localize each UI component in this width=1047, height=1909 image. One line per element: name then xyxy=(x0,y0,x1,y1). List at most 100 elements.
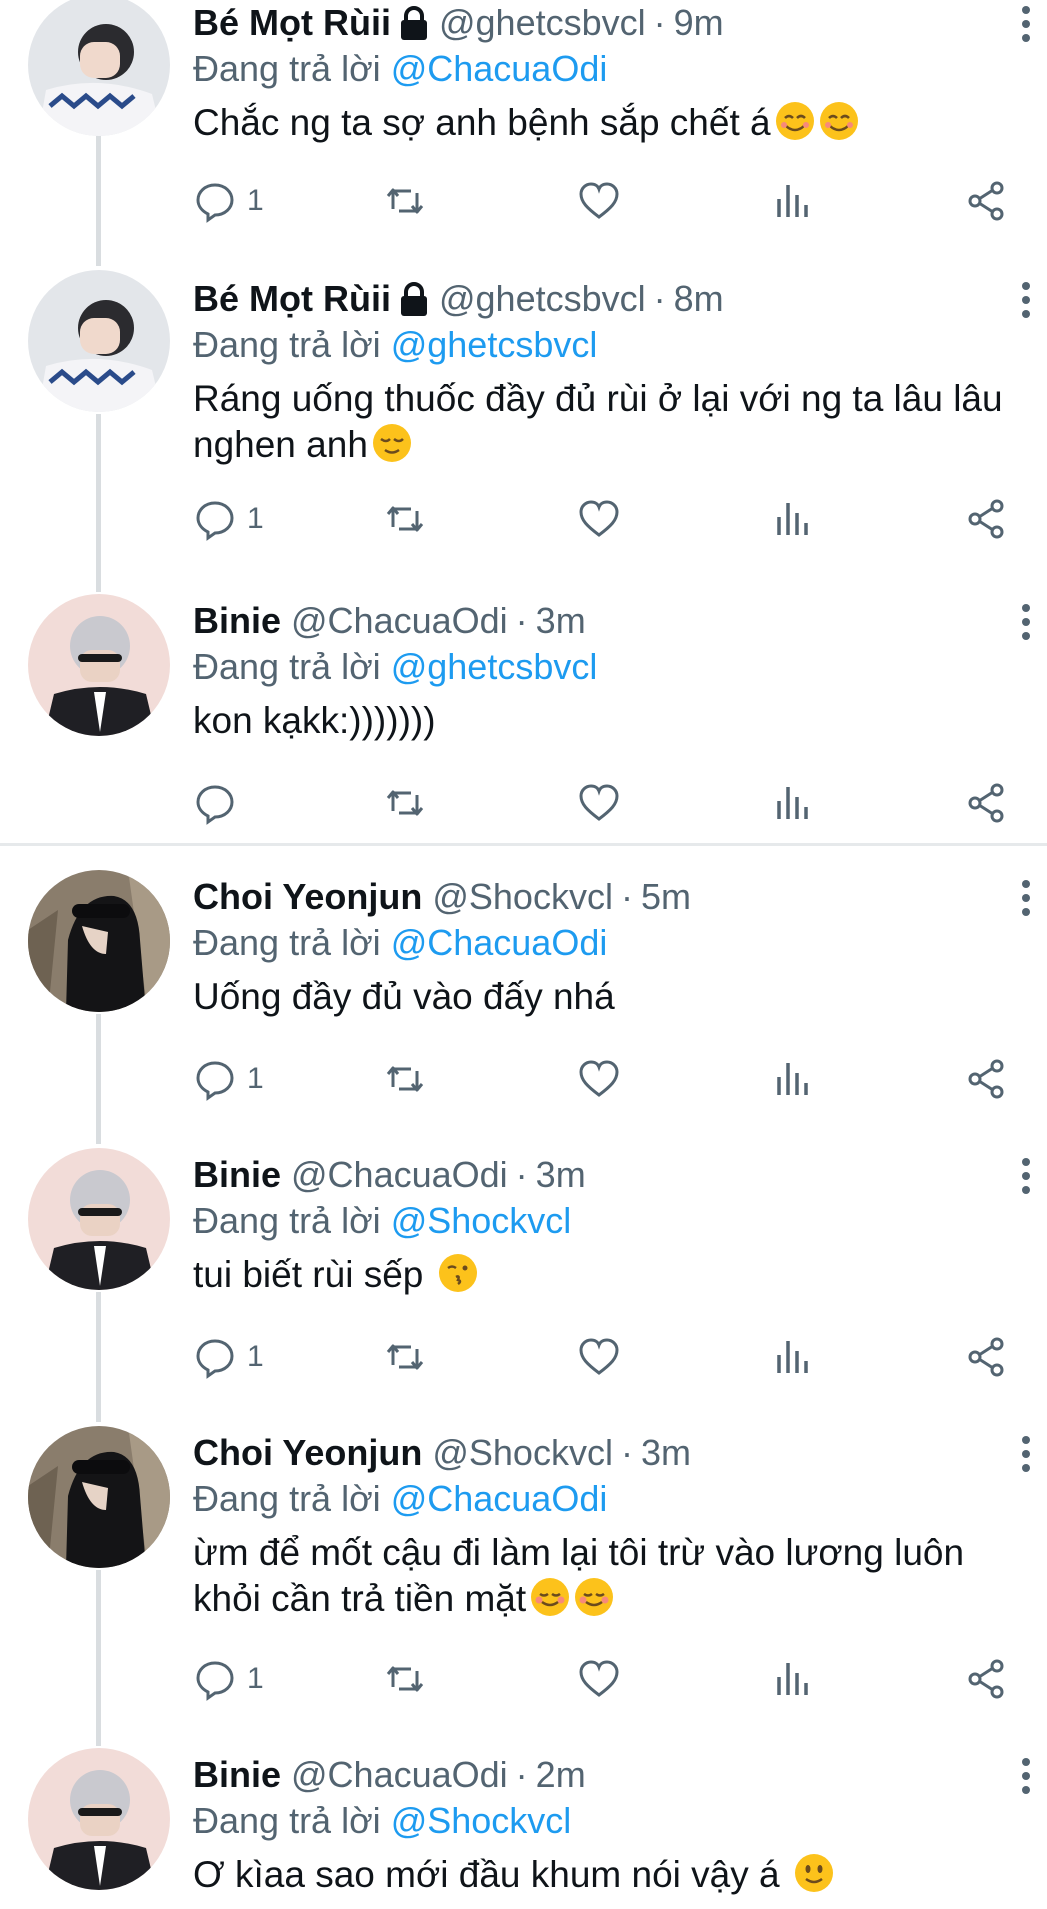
like-button[interactable] xyxy=(577,1054,621,1104)
retweet-button[interactable] xyxy=(383,176,427,226)
like-button[interactable] xyxy=(577,778,621,828)
replying-to-label: Đang trả lời xyxy=(193,324,381,365)
more-icon[interactable] xyxy=(1019,602,1033,642)
views-button[interactable] xyxy=(771,1054,815,1104)
more-icon[interactable] xyxy=(1019,1434,1033,1474)
tweet[interactable]: Binie @ChacuaOdi · 3m Đang trả lời @ghet… xyxy=(0,594,1047,838)
like-icon xyxy=(579,1060,619,1097)
views-button[interactable] xyxy=(771,494,815,544)
views-button[interactable] xyxy=(771,1332,815,1382)
reply-to-link[interactable]: @Shockvcl xyxy=(391,1200,572,1241)
views-button[interactable] xyxy=(771,176,815,226)
tweet[interactable]: Binie @ChacuaOdi · 2m Đang trả lời @Shoc… xyxy=(0,1748,1047,1909)
more-icon[interactable] xyxy=(1019,4,1033,44)
user-handle[interactable]: @Shockvcl xyxy=(432,1430,613,1476)
reply-button[interactable]: 1 xyxy=(193,1332,264,1382)
avatar[interactable] xyxy=(28,1426,170,1568)
display-name[interactable]: Choi Yeonjun xyxy=(193,874,422,920)
user-handle[interactable]: @ChacuaOdi xyxy=(291,1752,508,1798)
like-button[interactable] xyxy=(577,1654,621,1704)
share-button[interactable] xyxy=(965,494,1009,544)
kissing-face-emoji xyxy=(438,1254,477,1292)
smiling-face-emoji xyxy=(819,102,858,140)
user-handle[interactable]: @Shockvcl xyxy=(432,874,613,920)
reply-to-link[interactable]: @Shockvcl xyxy=(391,1800,572,1841)
retweet-button[interactable] xyxy=(383,1654,427,1704)
reply-to-link[interactable]: @ghetcsbvcl xyxy=(391,324,598,365)
timestamp[interactable]: 3m xyxy=(536,598,586,644)
user-handle[interactable]: @ghetcsbvcl xyxy=(439,0,646,46)
share-icon xyxy=(968,1059,1004,1099)
share-icon xyxy=(968,783,1004,823)
reply-button[interactable] xyxy=(193,778,237,828)
more-icon[interactable] xyxy=(1019,1156,1033,1196)
timestamp[interactable]: 5m xyxy=(641,874,691,920)
reply-to-link[interactable]: @ChacuaOdi xyxy=(391,1478,608,1519)
views-icon xyxy=(777,503,808,535)
reply-button[interactable]: 1 xyxy=(193,1054,264,1104)
replying-to-label: Đang trả lời xyxy=(193,922,381,963)
tweet-text: Uống đầy đủ vào đấy nhá xyxy=(193,974,1023,1020)
reply-button[interactable]: 1 xyxy=(193,176,264,226)
timestamp[interactable]: 8m xyxy=(674,276,724,322)
user-handle[interactable]: @ChacuaOdi xyxy=(291,1152,508,1198)
replying-to-label: Đang trả lời xyxy=(193,1478,381,1519)
reply-to-link[interactable]: @ChacuaOdi xyxy=(391,922,608,963)
timestamp[interactable]: 3m xyxy=(641,1430,691,1476)
reply-icon xyxy=(196,183,234,223)
reply-feed: Bé Mọt Rùii @ghetcsbvcl · 9m Đang trả lờ… xyxy=(0,0,1047,1909)
tweet[interactable]: Bé Mọt Rùii @ghetcsbvcl · 8m Đang trả lờ… xyxy=(0,270,1047,586)
views-button[interactable] xyxy=(771,1654,815,1704)
retweet-button[interactable] xyxy=(383,494,427,544)
thread-divider xyxy=(0,843,1047,846)
display-name[interactable]: Bé Mọt Rùii xyxy=(193,0,391,46)
like-button[interactable] xyxy=(577,1332,621,1382)
timestamp[interactable]: 2m xyxy=(536,1752,586,1798)
reply-to-link[interactable]: @ChacuaOdi xyxy=(391,48,608,89)
reply-to-link[interactable]: @ghetcsbvcl xyxy=(391,646,598,687)
more-icon[interactable] xyxy=(1019,878,1033,918)
share-button[interactable] xyxy=(965,1054,1009,1104)
retweet-button[interactable] xyxy=(383,1054,427,1104)
user-handle[interactable]: @ghetcsbvcl xyxy=(439,276,646,322)
avatar[interactable] xyxy=(28,594,170,736)
avatar[interactable] xyxy=(28,1748,170,1890)
display-name[interactable]: Binie xyxy=(193,1752,281,1798)
timestamp[interactable]: 9m xyxy=(674,0,724,46)
user-handle[interactable]: @ChacuaOdi xyxy=(291,598,508,644)
share-button[interactable] xyxy=(965,1332,1009,1382)
separator: · xyxy=(620,876,633,917)
display-name[interactable]: Bé Mọt Rùii xyxy=(193,276,391,322)
tweet-actions xyxy=(193,778,1023,828)
tweet-actions: 1 xyxy=(193,494,1023,544)
display-name[interactable]: Binie xyxy=(193,598,281,644)
avatar[interactable] xyxy=(28,870,170,1012)
avatar[interactable] xyxy=(28,0,170,136)
views-icon xyxy=(777,787,808,819)
like-button[interactable] xyxy=(577,494,621,544)
share-button[interactable] xyxy=(965,1654,1009,1704)
avatar[interactable] xyxy=(28,270,170,412)
tweet[interactable]: Bé Mọt Rùii @ghetcsbvcl · 9m Đang trả lờ… xyxy=(0,0,1047,260)
lock-icon xyxy=(400,282,427,316)
display-name[interactable]: Choi Yeonjun xyxy=(193,1430,422,1476)
tweet[interactable]: Binie @ChacuaOdi · 3m Đang trả lời @Shoc… xyxy=(0,1148,1047,1392)
tweet[interactable]: Choi Yeonjun @Shockvcl · 3m Đang trả lời… xyxy=(0,1426,1047,1730)
share-button[interactable] xyxy=(965,778,1009,828)
tweet-actions: 1 xyxy=(193,1332,1023,1382)
relieved-face-emoji xyxy=(372,424,411,462)
more-icon[interactable] xyxy=(1019,1756,1033,1796)
like-button[interactable] xyxy=(577,176,621,226)
share-button[interactable] xyxy=(965,176,1009,226)
display-name[interactable]: Binie xyxy=(193,1152,281,1198)
avatar[interactable] xyxy=(28,1148,170,1290)
views-button[interactable] xyxy=(771,778,815,828)
retweet-button[interactable] xyxy=(383,1332,427,1382)
timestamp[interactable]: 3m xyxy=(536,1152,586,1198)
reply-button[interactable]: 1 xyxy=(193,1654,264,1704)
reply-button[interactable]: 1 xyxy=(193,494,264,544)
tweet[interactable]: Choi Yeonjun @Shockvcl · 5m Đang trả lời… xyxy=(0,870,1047,1114)
retweet-button[interactable] xyxy=(383,778,427,828)
reply-count: 1 xyxy=(247,1662,264,1695)
more-icon[interactable] xyxy=(1019,280,1033,320)
